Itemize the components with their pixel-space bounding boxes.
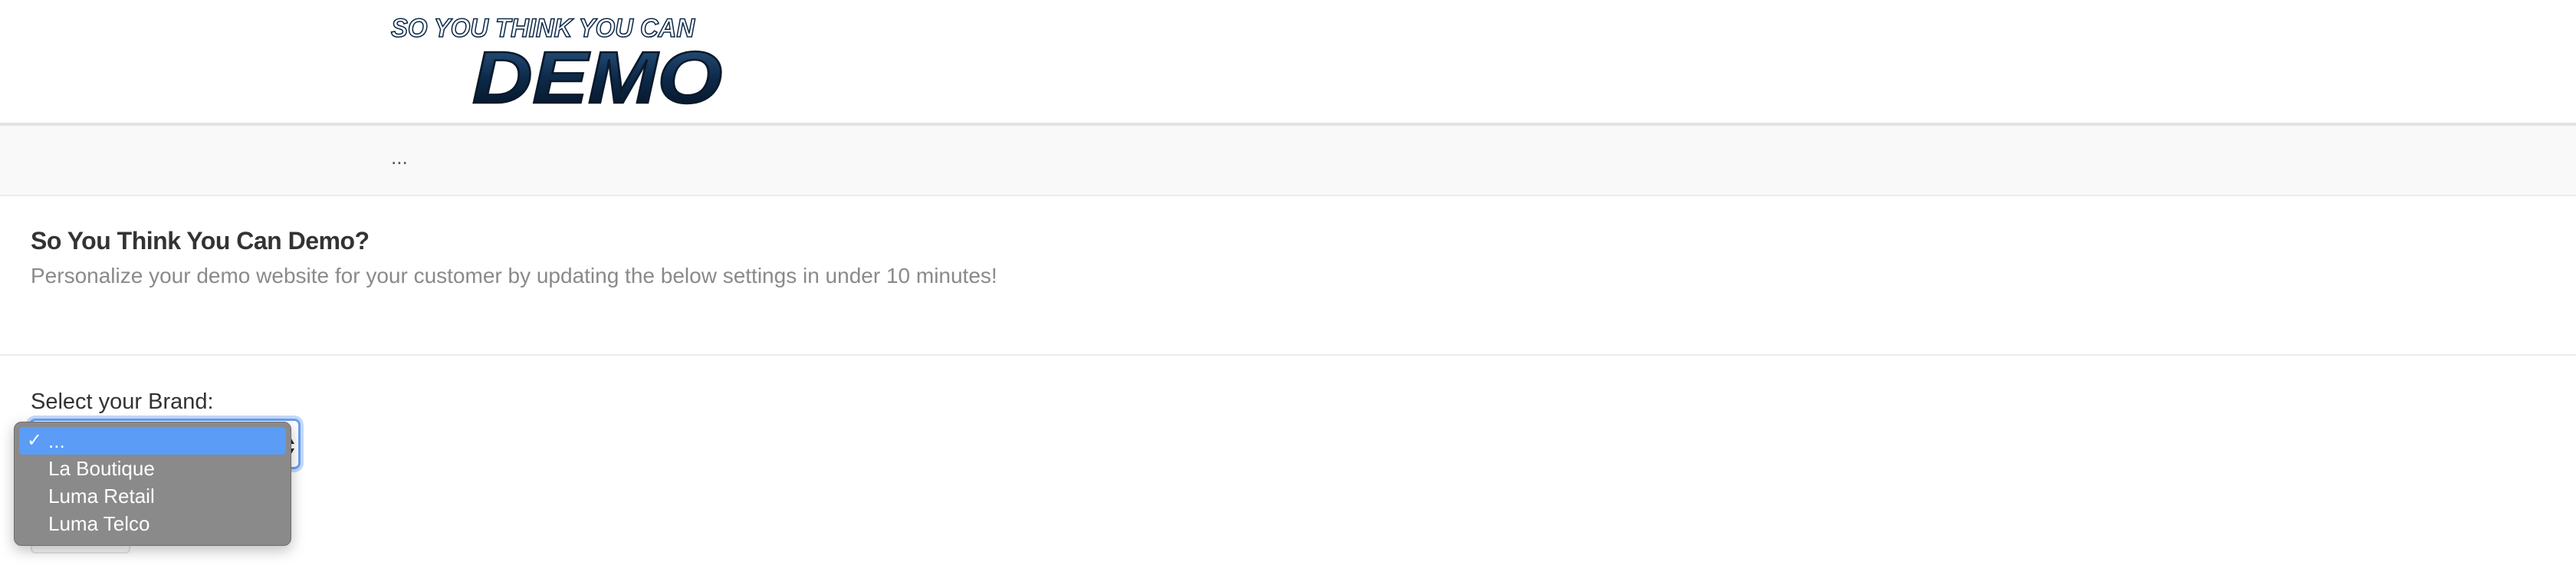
check-icon: ✓ <box>27 430 43 451</box>
logo-main-text: DEMO <box>472 37 722 110</box>
page-subtitle: Personalize your demo website for your c… <box>31 264 997 288</box>
page-title: So You Think You Can Demo? <box>31 227 370 255</box>
brand-option-label: Luma Retail <box>48 485 155 508</box>
brand-select-label: Select your Brand: <box>31 389 214 414</box>
brand-option-luma-telco[interactable]: Luma Telco <box>19 510 286 537</box>
brand-option-label: La Boutique <box>48 457 155 480</box>
breadcrumb-bar: ... <box>0 126 2576 196</box>
brand-option-label: Luma Telco <box>48 512 150 535</box>
brand-dropdown-menu[interactable]: ✓ ... La Boutique Luma Retail Luma Telco <box>14 422 291 546</box>
site-header: SO YOU THINK YOU CAN DEMO <box>0 0 2576 126</box>
brand-option-la-boutique[interactable]: La Boutique <box>19 455 286 482</box>
brand-option-label: ... <box>48 429 65 452</box>
brand-option-empty[interactable]: ✓ ... <box>19 427 286 455</box>
site-logo[interactable]: SO YOU THINK YOU CAN DEMO <box>389 11 727 110</box>
intro-section: So You Think You Can Demo? Personalize y… <box>0 196 2576 356</box>
breadcrumb: ... <box>391 146 408 169</box>
brand-option-luma-retail[interactable]: Luma Retail <box>19 482 286 510</box>
